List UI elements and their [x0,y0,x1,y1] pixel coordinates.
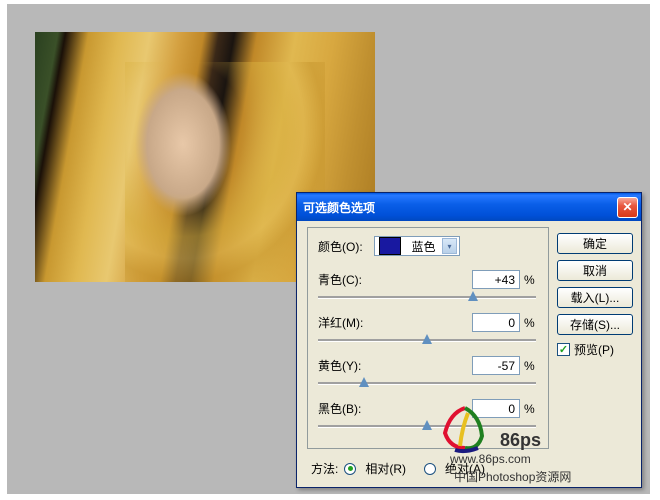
close-button[interactable]: ✕ [617,197,638,218]
preview-checkbox[interactable]: ✓ [557,343,570,356]
cyan-unit: % [524,273,538,287]
magenta-row: 洋红(M): % [318,313,538,332]
selective-color-dialog: 可选颜色选项 ✕ 颜色(O): 蓝色 ▾ 青色(C): % [296,192,642,488]
yellow-slider-thumb[interactable] [359,377,369,391]
black-label: 黑色(B): [318,400,374,417]
relative-label: 相对(R) [365,460,406,477]
watermark-brand: 86ps [500,430,541,451]
yellow-label: 黄色(Y): [318,357,374,374]
watermark-desc: 中国Photoshop资源网 [454,468,571,485]
ok-button[interactable]: 确定 [557,233,633,254]
preview-row[interactable]: ✓ 预览(P) [557,341,633,358]
dialog-title: 可选颜色选项 [303,199,617,216]
dialog-titlebar[interactable]: 可选颜色选项 ✕ [297,193,641,221]
cancel-button[interactable]: 取消 [557,260,633,281]
yellow-input[interactable] [472,356,520,375]
black-slider-thumb[interactable] [422,420,432,434]
yellow-unit: % [524,359,538,373]
colors-dropdown[interactable]: 蓝色 ▾ [374,236,460,256]
relative-radio[interactable] [344,463,356,475]
cyan-slider[interactable] [318,291,536,305]
yellow-row: 黄色(Y): % [318,356,538,375]
black-unit: % [524,402,538,416]
cyan-row: 青色(C): % [318,270,538,289]
cyan-input[interactable] [472,270,520,289]
button-column: 确定 取消 载入(L)... 存储(S)... ✓ 预览(P) [557,233,633,358]
color-swatch [379,237,401,255]
chevron-down-icon: ▾ [442,238,457,254]
save-button[interactable]: 存储(S)... [557,314,633,335]
absolute-radio[interactable] [424,463,436,475]
magenta-slider[interactable] [318,334,536,348]
dialog-body: 颜色(O): 蓝色 ▾ 青色(C): % 洋红(M): % [297,221,641,487]
load-button[interactable]: 载入(L)... [557,287,633,308]
colors-label: 颜色(O): [318,238,374,255]
magenta-slider-thumb[interactable] [422,334,432,348]
close-icon: ✕ [622,200,632,214]
black-row: 黑色(B): % [318,399,538,418]
yellow-slider[interactable] [318,377,536,391]
magenta-unit: % [524,316,538,330]
black-input[interactable] [472,399,520,418]
color-group: 颜色(O): 蓝色 ▾ 青色(C): % 洋红(M): % [307,227,549,449]
cyan-slider-thumb[interactable] [468,291,478,305]
cyan-label: 青色(C): [318,271,374,288]
colors-row: 颜色(O): 蓝色 ▾ [318,236,538,256]
colors-dropdown-value: 蓝色 [411,238,435,255]
preview-label: 预览(P) [574,341,614,358]
magenta-label: 洋红(M): [318,314,374,331]
magenta-input[interactable] [472,313,520,332]
method-label: 方法: [311,460,338,477]
watermark-url: www.86ps.com [450,452,531,466]
